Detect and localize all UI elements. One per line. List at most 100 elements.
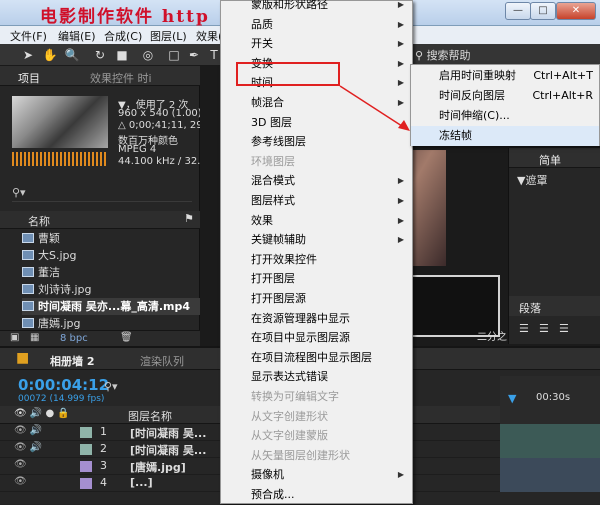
menu-item[interactable]: 品质 ▶	[221, 15, 412, 35]
chevron-right-icon: ▶	[397, 235, 404, 245]
submenu-item[interactable]: 时间伸缩(C)...	[411, 106, 599, 126]
close-button[interactable]: ✕	[556, 2, 596, 20]
image-icon	[22, 318, 34, 328]
menu-item[interactable]: 开关 ▶	[221, 34, 412, 54]
chevron-right-icon: ▶	[397, 39, 404, 49]
menu-item[interactable]: 蒙版和形状路径 ▶	[221, 0, 412, 15]
menu-composition[interactable]: 合成(C)	[104, 28, 142, 44]
list-item[interactable]: 曹颖	[22, 230, 200, 247]
folder-icon[interactable]: ▣	[10, 332, 19, 343]
paragraph-tabbar: 段落	[509, 296, 600, 316]
eye-icon[interactable]: 👁 🔊	[14, 425, 42, 436]
shortcut-label: Ctrl+Alt+R	[532, 89, 593, 102]
tab-composition[interactable]: 相册墙 2	[50, 353, 94, 369]
trash-icon[interactable]: 🗑	[120, 332, 133, 343]
tab-project[interactable]: 项目	[18, 70, 40, 86]
menu-item[interactable]: 关键帧辅助 ▶	[221, 230, 412, 250]
project-panel: 项目 效果控件 时i ▼，使用了 2 次 960 x 540 (1.00) △ …	[0, 66, 219, 346]
layer-track[interactable]	[500, 441, 600, 458]
right-tabbar: 简单	[509, 148, 600, 168]
list-item[interactable]: 刘诗诗.jpg	[22, 281, 200, 298]
chevron-right-icon: ▶	[397, 19, 404, 29]
align-left-icon[interactable]: ☰	[519, 322, 529, 335]
list-item[interactable]: 董洁	[22, 264, 200, 281]
label-color[interactable]	[80, 444, 92, 455]
bpc-indicator[interactable]: 8 bpc	[60, 333, 88, 344]
tab-simple[interactable]: 简单	[539, 152, 561, 168]
menu-item[interactable]: 在项目流程图中显示图层	[221, 348, 412, 368]
menu-item[interactable]: 参考线图层	[221, 132, 412, 152]
minimize-button[interactable]: —	[505, 2, 531, 20]
arrow-icon[interactable]: ➤	[20, 47, 36, 63]
eye-icon[interactable]: 👁	[14, 459, 27, 470]
hand-icon[interactable]: ✋	[42, 47, 58, 63]
project-bottom-bar: ▣ ▦ 8 bpc 🗑	[0, 330, 200, 346]
label-color[interactable]	[80, 427, 92, 438]
menu-item[interactable]: 打开图层	[221, 269, 412, 289]
current-timecode[interactable]: 0:00:04:12	[18, 376, 109, 394]
menu-item[interactable]: 混合模式 ▶	[221, 171, 412, 191]
time-ruler[interactable]: 00:30s ▼	[500, 376, 600, 424]
menu-item[interactable]: 打开图层源	[221, 289, 412, 309]
pen-icon[interactable]: ✒	[186, 47, 202, 63]
layer-track[interactable]	[500, 424, 600, 441]
menu-item: 从文字创建形状	[251, 409, 328, 423]
timeline-search-input[interactable]: ⚲▾	[104, 380, 118, 393]
pan-icon[interactable]: ◎	[140, 47, 156, 63]
playhead-icon[interactable]: ▼	[508, 392, 516, 405]
tab-render-queue[interactable]: 渲染队列	[140, 353, 184, 369]
zoom-icon[interactable]: 🔍	[64, 47, 80, 63]
tab-effect-controls[interactable]: 效果控件 时i	[90, 70, 152, 86]
layer-track[interactable]	[500, 458, 600, 475]
column-layer-name[interactable]: 图层名称	[128, 408, 172, 424]
info-format: MPEG 4	[118, 144, 157, 155]
menu-layer[interactable]: 图层(L)	[150, 28, 187, 44]
list-item-selected[interactable]: 时间凝雨 吴亦...幕_高清.mp4	[22, 298, 200, 315]
align-center-icon[interactable]: ☰	[539, 322, 549, 335]
layer-track[interactable]	[500, 475, 600, 492]
project-search-input[interactable]: ⚲▾	[12, 186, 192, 202]
menu-item[interactable]: 预合成...	[221, 485, 412, 505]
menu-item[interactable]: 在项目中显示图层源	[221, 328, 412, 348]
submenu-item[interactable]: 启用时间重映射 Ctrl+Alt+T	[411, 66, 599, 86]
label-color[interactable]	[80, 461, 92, 472]
chevron-right-icon: ▶	[397, 196, 404, 205]
menu-item[interactable]: 效果 ▶	[221, 211, 412, 231]
frame-rate: 00072 (14.999 fps)	[18, 394, 105, 404]
camera-icon[interactable]: ■	[114, 47, 130, 63]
search-icon: ⚲	[415, 49, 427, 62]
search-icon: ⚲▾	[12, 186, 26, 199]
menu-item[interactable]: 3D 图层	[221, 113, 412, 133]
eye-icon[interactable]: 👁	[14, 476, 27, 487]
menu-edit[interactable]: 编辑(E)	[58, 28, 96, 44]
menu-effect[interactable]: 效果(	[196, 28, 222, 44]
rect-icon[interactable]: □	[166, 47, 182, 63]
search-help[interactable]: ⚲ 搜索帮助	[415, 47, 600, 63]
rotate-icon[interactable]: ↻	[92, 47, 108, 63]
label-color[interactable]	[80, 478, 92, 489]
composition-icon[interactable]: ▦	[30, 332, 39, 343]
menu-item: 从矢量图层创建形状	[251, 448, 350, 462]
image-icon	[22, 284, 34, 294]
menu-item[interactable]: 打开效果控件	[221, 250, 412, 270]
menu-item[interactable]: 帧混合 ▶	[221, 93, 412, 113]
menu-item[interactable]: 摄像机 ▶	[221, 465, 412, 485]
menu-item[interactable]: 在资源管理器中显示	[221, 309, 412, 329]
chevron-right-icon: ▶	[397, 58, 404, 68]
list-item[interactable]: 大S.jpg	[22, 247, 200, 264]
eye-icon[interactable]: 👁 🔊	[14, 442, 42, 453]
column-name[interactable]: 名称	[28, 213, 50, 229]
mask-section[interactable]: ▼遮罩	[517, 172, 547, 188]
maximize-button[interactable]: □	[530, 2, 556, 20]
menu-item[interactable]: 显示表达式错误	[221, 367, 412, 387]
menu-item[interactable]: 图层样式 ▶	[221, 191, 412, 211]
submenu-item[interactable]: 时间反向图层 Ctrl+Alt+R	[411, 86, 599, 106]
align-right-icon[interactable]: ☰	[559, 322, 569, 335]
menu-file[interactable]: 文件(F)	[10, 28, 47, 44]
submenu-item[interactable]: 冻结帧	[411, 126, 599, 146]
tag-icon[interactable]: ⚑	[184, 212, 194, 225]
folder-icon	[22, 233, 34, 243]
tab-paragraph[interactable]: 段落	[519, 300, 541, 316]
window-title: 电影制作软件 http	[40, 7, 210, 27]
info-audio: 44.100 kHz / 32...	[118, 156, 207, 167]
